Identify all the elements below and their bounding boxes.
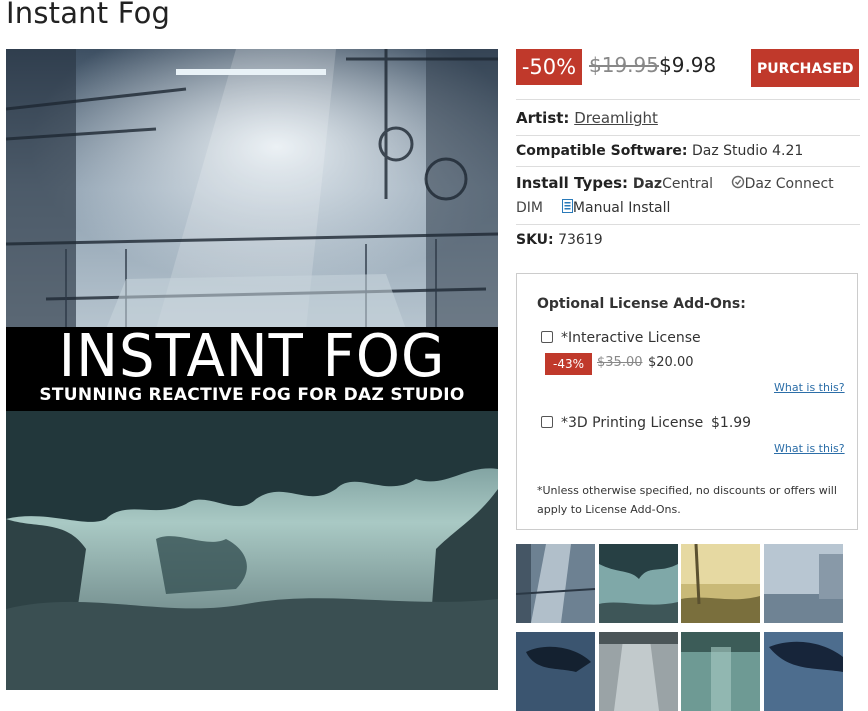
software-row: Compatible Software: Daz Studio 4.21 [516,143,803,159]
original-price: $19.95 [589,53,659,77]
thumbnail-4[interactable] [764,544,843,623]
what-is-this-link[interactable]: What is this? [774,442,845,455]
divider [516,99,860,100]
what-is-this-link[interactable]: What is this? [774,381,845,394]
product-main-image[interactable]: INSTANT FOG STUNNING REACTIVE FOG FOR DA… [6,49,498,690]
sku-row: SKU: 73619 [516,232,603,248]
divider [516,224,860,225]
thumbnail-3[interactable] [681,544,760,623]
interactive-license-checkbox[interactable] [541,331,553,343]
thumbnail-dark-ship-2-icon [764,632,843,711]
addon-discount-badge: -43% [545,353,592,375]
install-types-label: Install Types: [516,174,629,192]
3d-printing-license-checkbox[interactable] [541,416,553,428]
thumbnail-forest-fog-icon [681,544,760,623]
manual-install-label[interactable]: Manual Install [573,200,670,216]
daz-connect-label[interactable]: Daz Connect [745,176,834,192]
thumbnail-cave-arch-icon [599,544,678,623]
license-addons-panel: Optional License Add-Ons: *Interactive L… [516,273,858,530]
thumbnail-8[interactable] [764,632,843,711]
dazcentral-logo[interactable]: DazCentral [633,174,713,192]
thumbnail-courtyard-icon [764,544,843,623]
thumbnail-5[interactable] [516,632,595,711]
thumbnail-dark-ship-icon [516,632,595,711]
addon-sale-price: $20.00 [648,355,694,370]
divider [516,166,860,167]
divider [516,135,860,136]
dim-label[interactable]: DIM [516,200,543,216]
artist-link[interactable]: Dreamlight [574,109,658,127]
addons-title: Optional License Add-Ons: [537,296,746,312]
artist-row: Artist: Dreamlight [516,109,658,127]
thumbnail-6[interactable] [599,632,678,711]
hero-banner: INSTANT FOG STUNNING REACTIVE FOG FOR DA… [6,327,498,411]
software-value: Daz Studio 4.21 [691,143,804,159]
3d-printing-license-label: *3D Printing License [561,415,704,431]
discount-badge: -50% [516,49,582,85]
thumbnail-2[interactable] [599,544,678,623]
3d-printing-license-price: $1.99 [711,415,752,431]
daz-connect-icon [731,175,745,193]
document-icon [561,199,573,217]
thumbnail-teal-room-icon [681,632,760,711]
hero-banner-title: INSTANT FOG [58,322,446,391]
thumbnail-industrial-light-icon [516,544,595,623]
thumbnail-hall-light-icon [599,632,678,711]
sku-value: 73619 [558,232,603,248]
interactive-license-label: *Interactive License [561,330,701,346]
install-types-row-2: DIM Manual Install [516,199,670,217]
sku-label: SKU: [516,232,554,248]
thumbnail-1[interactable] [516,544,595,623]
product-title: Instant Fog [6,0,171,30]
purchased-button[interactable]: PURCHASED [751,49,859,87]
addon-original-price: $35.00 [597,355,643,370]
sale-price: $9.98 [659,53,717,77]
addons-footnote: *Unless otherwise specified, no discount… [537,484,837,516]
artist-label: Artist: [516,109,570,127]
install-types-row: Install Types: DazCentral Daz Connect [516,174,834,193]
thumbnail-7[interactable] [681,632,760,711]
software-label: Compatible Software: [516,143,688,159]
